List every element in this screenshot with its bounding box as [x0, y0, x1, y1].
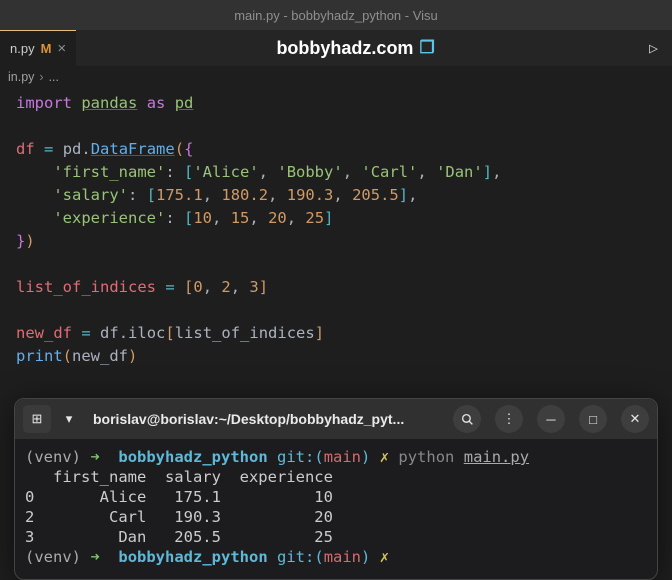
- maximize-icon[interactable]: □: [579, 405, 607, 433]
- editor-actions: ▷: [635, 30, 672, 66]
- banner-text: bobbyhadz.com: [276, 38, 413, 59]
- dropdown-icon[interactable]: ▾: [55, 405, 83, 433]
- menu-icon[interactable]: ⋮: [495, 405, 523, 433]
- tab-modified-mark: M: [41, 41, 52, 56]
- close-icon[interactable]: ×: [57, 40, 66, 57]
- banner-area: bobbyhadz.com ❒: [76, 30, 635, 66]
- search-icon[interactable]: [453, 405, 481, 433]
- breadcrumb-file: in.py: [8, 70, 34, 84]
- breadcrumb[interactable]: in.py › ...: [0, 66, 672, 88]
- code-editor[interactable]: import pandas as pd df = pd.DataFrame({ …: [0, 88, 672, 372]
- site-banner: bobbyhadz.com ❒: [276, 38, 434, 59]
- tab-label: n.py: [10, 41, 35, 56]
- window-titlebar: main.py - bobbyhadz_python - Visu: [0, 0, 672, 30]
- terminal-window: ⊞ ▾ borislav@borislav:~/Desktop/bobbyhad…: [14, 398, 658, 580]
- terminal-title: borislav@borislav:~/Desktop/bobbyhadz_py…: [93, 411, 443, 427]
- minimize-icon[interactable]: ─: [537, 405, 565, 433]
- close-terminal-icon[interactable]: ✕: [621, 405, 649, 433]
- terminal-body[interactable]: (venv) ➜ bobbyhadz_python git:(main) ✗ p…: [15, 439, 657, 579]
- run-icon[interactable]: ▷: [649, 39, 658, 57]
- window-title: main.py - bobbyhadz_python - Visu: [234, 8, 438, 23]
- breadcrumb-rest: ...: [49, 70, 59, 84]
- new-tab-icon[interactable]: ⊞: [23, 405, 51, 433]
- tab-main-py[interactable]: n.py M ×: [0, 30, 76, 66]
- terminal-header[interactable]: ⊞ ▾ borislav@borislav:~/Desktop/bobbyhad…: [15, 399, 657, 439]
- cube-icon: ❒: [419, 38, 434, 58]
- chevron-right-icon: ›: [39, 70, 43, 84]
- tabs-row: n.py M × bobbyhadz.com ❒ ▷: [0, 30, 672, 66]
